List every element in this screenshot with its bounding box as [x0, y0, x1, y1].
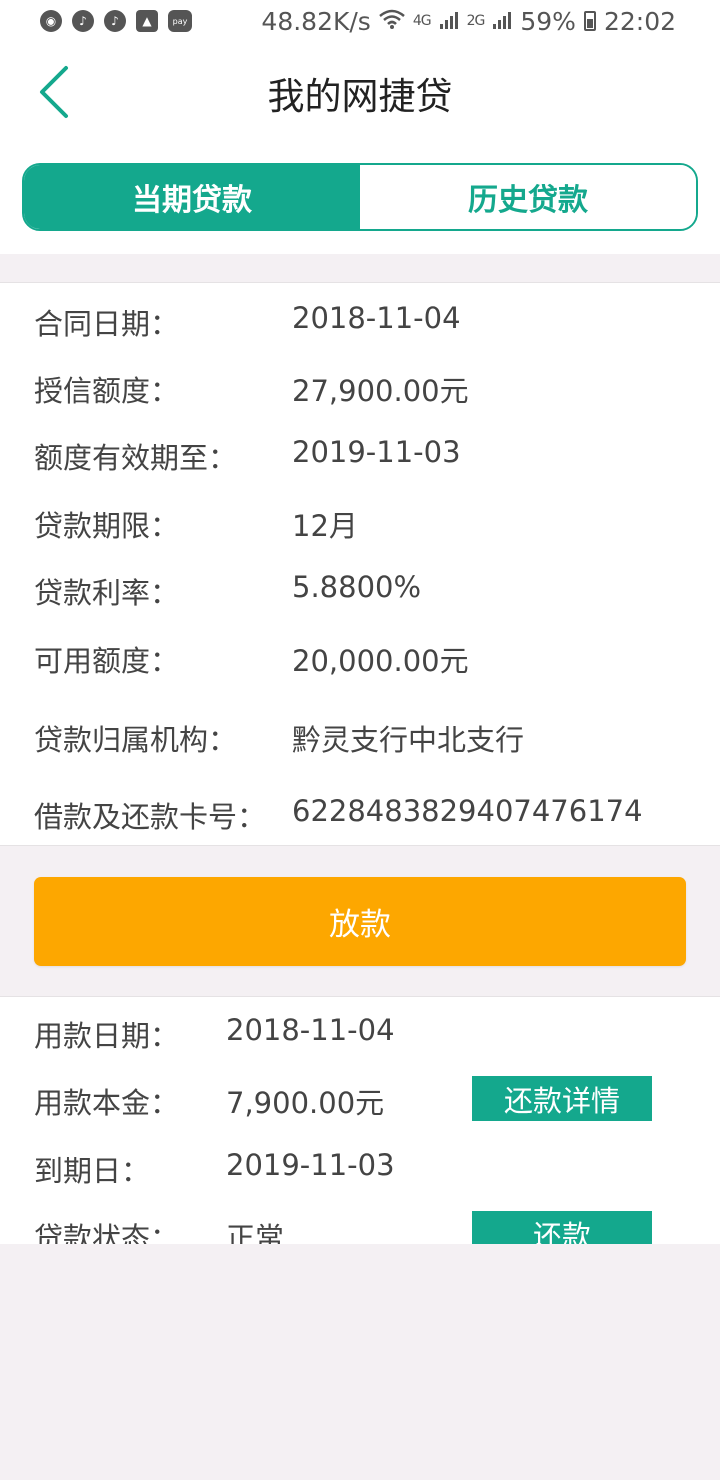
draw-value: 7,900.00元	[226, 1086, 385, 1120]
info-label: 授信额度：	[34, 374, 180, 408]
drawdown-panel: 用款日期： 2018-11-04 用款本金： 7,900.00元 还款详情 到期…	[0, 996, 720, 1244]
info-label: 可用额度：	[34, 644, 180, 678]
info-value: 27,900.00元	[292, 374, 469, 408]
signal-icon	[439, 7, 459, 36]
tab-history-loan[interactable]: 历史贷款	[360, 165, 696, 229]
system-indicators: 48.82K/s 4G 2G 59% 22:02	[261, 7, 676, 36]
header: 我的网捷贷	[0, 42, 720, 142]
tab-group: 当期贷款 历史贷款	[22, 163, 698, 231]
info-label: 贷款利率：	[34, 576, 180, 610]
network-4g-label: 4G	[412, 13, 432, 29]
info-value: 2018-11-04	[292, 301, 461, 335]
netease-music-icon: ♪	[72, 10, 94, 32]
notification-icons: ◉ ♪ ♪ ▲ pay	[40, 10, 192, 32]
draw-label: 贷款状态：	[34, 1221, 180, 1244]
repayment-details-button[interactable]: 还款详情	[472, 1076, 652, 1121]
draw-label: 用款日期：	[34, 1019, 180, 1053]
signal-icon-2	[492, 7, 512, 36]
battery-percent: 59%	[520, 6, 576, 36]
netease-music-icon-2: ♪	[104, 10, 126, 32]
info-label: 借款及还款卡号：	[34, 800, 267, 834]
loan-info-panel: 合同日期： 2018-11-04 授信额度： 27,900.00元 额度有效期至…	[0, 282, 720, 846]
info-value: 5.8800%	[292, 570, 422, 604]
draw-value: 2018-11-04	[226, 1013, 395, 1047]
pay-app-icon: pay	[168, 10, 192, 32]
info-value: 20,000.00元	[292, 644, 469, 678]
camera-app-icon: ◉	[40, 10, 62, 32]
info-label: 贷款期限：	[34, 509, 180, 543]
draw-label: 到期日：	[34, 1154, 151, 1188]
battery-icon	[583, 11, 596, 31]
tab-current-loan[interactable]: 当期贷款	[24, 165, 360, 229]
draw-value: 正常	[226, 1221, 285, 1244]
repay-button[interactable]: 还款	[472, 1211, 652, 1244]
release-loan-button[interactable]: 放款	[34, 877, 686, 966]
info-label: 贷款归属机构：	[34, 723, 238, 757]
draw-label: 用款本金：	[34, 1086, 180, 1120]
clock: 22:02	[603, 6, 676, 36]
info-value: 2019-11-03	[292, 435, 461, 469]
info-label: 额度有效期至：	[34, 441, 238, 475]
info-value: 12月	[292, 509, 358, 543]
wifi-icon	[379, 7, 405, 36]
status-bar: ◉ ♪ ♪ ▲ pay 48.82K/s 4G 2G 59% 22:02	[0, 0, 720, 42]
image-icon: ▲	[136, 10, 158, 32]
tab-bar: 当期贷款 历史贷款	[0, 142, 720, 254]
network-2g-label: 2G	[466, 13, 486, 29]
page-title: 我的网捷贷	[267, 75, 453, 118]
draw-value: 2019-11-03	[226, 1148, 395, 1182]
info-value: 黔灵支行中北支行	[292, 723, 525, 757]
info-label: 合同日期：	[34, 307, 180, 341]
network-speed: 48.82K/s	[261, 6, 371, 36]
info-value: 6228483829407476174	[292, 794, 643, 828]
